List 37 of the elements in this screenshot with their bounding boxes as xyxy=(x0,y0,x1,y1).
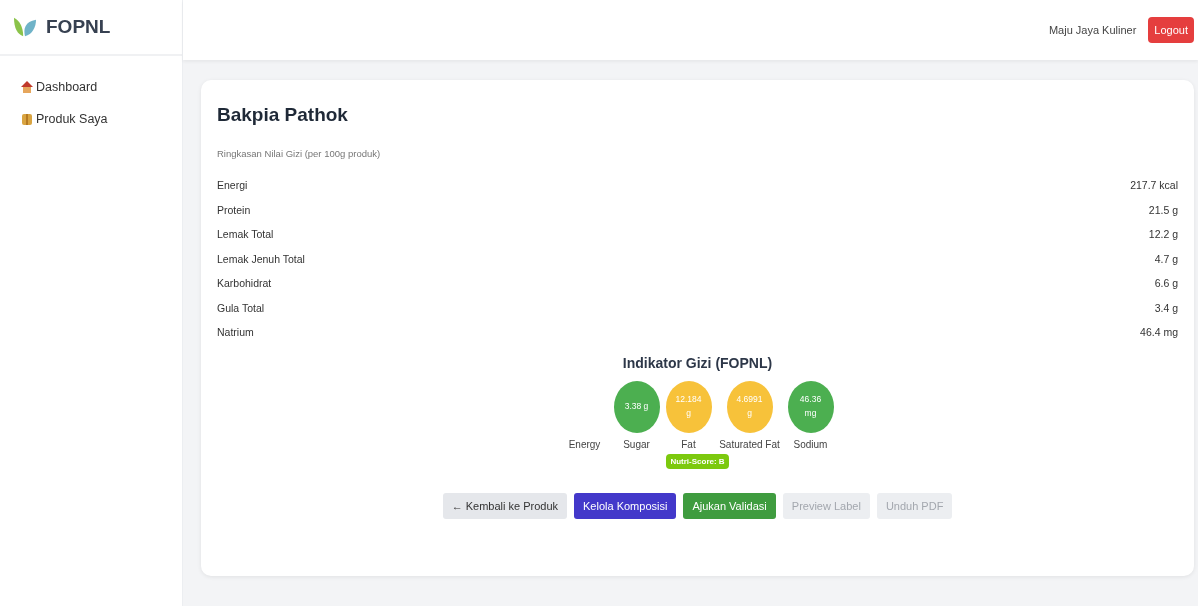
product-title: Bakpia Pathok xyxy=(217,104,349,126)
nutrient-name: Natrium xyxy=(217,326,254,340)
leaf-logo-icon xyxy=(12,16,38,38)
nutrient-name: Karbohidrat xyxy=(217,277,272,291)
indicator-label: Fat xyxy=(681,438,696,450)
indicator-label: Sugar xyxy=(623,438,650,450)
indicator-label: Sodium xyxy=(793,438,828,450)
sidebar-item[interactable]: Dashboard xyxy=(20,80,98,94)
indicator-label: Saturated Fat xyxy=(719,438,780,450)
house-icon xyxy=(20,80,34,94)
nutrient-value: 3.4 g xyxy=(1154,301,1178,316)
nutrient-value: 4.7 g xyxy=(1154,252,1178,267)
nutrient-value: 21.5 g xyxy=(1148,203,1178,218)
action-button[interactable]: Kelola Komposisi xyxy=(574,492,677,519)
action-button[interactable]: ← Kembali ke Produk xyxy=(442,492,567,519)
nutrient-value: 46.4 mg xyxy=(1140,326,1178,340)
nutrient-name: Energi xyxy=(217,179,248,193)
section-subtitle: Ringkasan Nilai Gizi (per 100g produk) xyxy=(217,148,382,159)
logout-button[interactable]: Logout xyxy=(1148,17,1194,43)
indicator-label: Energy xyxy=(568,438,601,450)
indicator-circle: 12.184 g xyxy=(665,380,712,433)
brand-name: FOPNL xyxy=(46,16,111,38)
nutrient-value: 217.7 kcal xyxy=(1130,179,1178,193)
sidebar-item[interactable]: Produk Saya xyxy=(20,112,108,126)
box-icon xyxy=(20,112,34,126)
nutrient-name: Gula Total xyxy=(217,301,265,316)
nutrient-value: 6.6 g xyxy=(1154,277,1178,291)
indicator-circle: 46.36 mg xyxy=(787,380,834,433)
indicator-circle: 3.38 g xyxy=(613,380,660,433)
nutrient-name: Lemak Total xyxy=(217,228,274,242)
nutrient-name: Lemak Jenuh Total xyxy=(217,252,305,267)
nutrient-value: 12.2 g xyxy=(1148,228,1178,242)
user-name: Maju Jaya Kuliner xyxy=(1048,24,1137,36)
nutrient-name: Protein xyxy=(217,203,251,218)
indicator-title: Indikator Gizi (FOPNL) xyxy=(622,354,773,371)
nutri-score-badge: Nutri-Score: B xyxy=(666,453,729,469)
indicator-circle: 4.6991 g xyxy=(726,380,773,433)
